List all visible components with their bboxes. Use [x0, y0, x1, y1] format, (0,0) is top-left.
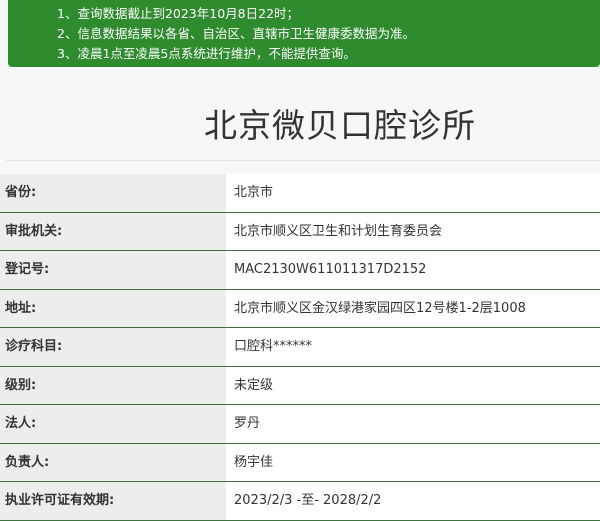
details-table: 省份: 北京市 审批机关: 北京市顺义区卫生和计划生育委员会 登记号: MAC2…: [0, 174, 600, 521]
row-value: 杨宇佳: [226, 443, 600, 481]
notice-line: 1、查询数据截止到2023年10月8日22时；: [57, 6, 300, 21]
row-label: 诊疗科目:: [0, 328, 226, 366]
notice-line: 2、信息数据结果以各省、自治区、直辖市卫生健康委数据为准。: [57, 26, 415, 41]
row-value: 2023/2/3 -至- 2028/2/2: [226, 482, 600, 520]
row-label: 法人:: [0, 405, 226, 443]
detail-row-departments: 诊疗科目: 口腔科******: [0, 328, 600, 367]
row-value: 北京市: [226, 174, 600, 212]
detail-row-level: 级别: 未定级: [0, 366, 600, 405]
title-divider: [6, 160, 600, 161]
detail-row-registration-number: 登记号: MAC2130W611011317D2152: [0, 251, 600, 290]
row-label: 级别:: [0, 366, 226, 404]
notice-line: 3、凌晨1点至凌晨5点系统进行维护，不能提供查询。: [57, 46, 356, 61]
detail-row-legal-representative: 法人: 罗丹: [0, 405, 600, 444]
row-value: 未定级: [226, 366, 600, 404]
row-label: 执业许可证有效期:: [0, 482, 226, 520]
row-label: 登记号:: [0, 251, 226, 289]
row-label: 省份:: [0, 174, 226, 212]
row-label: 审批机关:: [0, 212, 226, 250]
row-value: 罗丹: [226, 405, 600, 443]
detail-row-address: 地址: 北京市顺义区金汉绿港家园四区12号楼1-2层1008: [0, 289, 600, 328]
row-label: 负责人:: [0, 443, 226, 481]
detail-row-person-in-charge: 负责人: 杨宇佳: [0, 443, 600, 482]
page-title: 北京微贝口腔诊所: [204, 106, 476, 145]
detail-row-approval-authority: 审批机关: 北京市顺义区卫生和计划生育委员会: [0, 212, 600, 251]
row-value: MAC2130W611011317D2152: [226, 251, 600, 289]
notice-banner: 1、查询数据截止到2023年10月8日22时； 2、信息数据结果以各省、自治区、…: [8, 0, 600, 67]
row-value: 北京市顺义区金汉绿港家园四区12号楼1-2层1008: [226, 289, 600, 327]
row-value: 北京市顺义区卫生和计划生育委员会: [226, 212, 600, 250]
row-value: 口腔科******: [226, 328, 600, 366]
row-label: 地址:: [0, 289, 226, 327]
detail-row-province: 省份: 北京市: [0, 174, 600, 213]
